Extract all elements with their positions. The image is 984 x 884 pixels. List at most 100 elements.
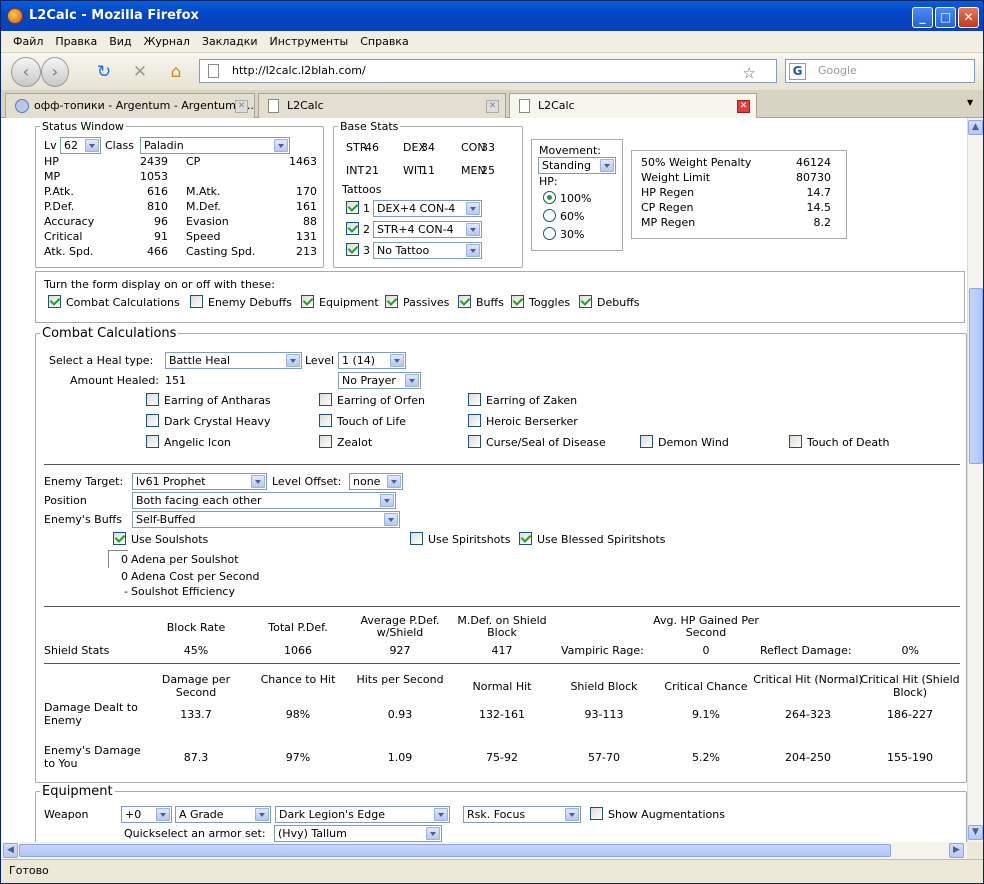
close-tab-icon[interactable]: ✕ (486, 100, 499, 113)
close-tab-icon[interactable]: ✕ (235, 100, 248, 113)
menu-history[interactable]: Журнал (138, 31, 196, 52)
tattoo-number: 1 (363, 202, 370, 215)
close-tab-icon[interactable]: ✕ (737, 100, 750, 113)
scroll-thumb[interactable] (19, 844, 891, 857)
stat-label: Critical (44, 230, 83, 243)
tab-list-icon[interactable]: ▼ (967, 98, 973, 107)
scroll-right-icon[interactable]: ▶ (949, 843, 964, 858)
position-select[interactable]: Both facing each other (132, 492, 396, 509)
prayer-select[interactable]: No Prayer (338, 372, 421, 389)
stat-label: M.Atk. (186, 185, 221, 198)
stop-icon[interactable]: ✕ (129, 61, 151, 83)
heal-modifier-checkbox[interactable] (468, 414, 481, 427)
toggle-checkbox[interactable] (511, 295, 524, 308)
toggle-label: Toggles (529, 296, 571, 309)
tab-l2calc-1[interactable]: L2Calc ✕ (258, 93, 506, 118)
heal-modifier-checkbox[interactable] (146, 435, 159, 448)
shield-header: M.Def. on Shield Block (457, 614, 547, 639)
chevron-down-icon (426, 827, 440, 840)
tattoo-select[interactable]: STR+4 CON-4 (373, 221, 482, 238)
tattoo-checkbox[interactable] (346, 222, 359, 235)
chevron-down-icon (251, 475, 265, 488)
heal-modifier-checkbox[interactable] (468, 435, 481, 448)
heal-level-select[interactable]: 1 (14) (338, 352, 406, 369)
scroll-left-icon[interactable]: ◀ (3, 843, 18, 858)
tattoo-checkbox[interactable] (346, 201, 359, 214)
damage-header: Critical Hit (Normal) (753, 673, 863, 686)
heal-modifier-checkbox[interactable] (789, 435, 802, 448)
enemy-buffs-select[interactable]: Self-Buffed (132, 511, 400, 528)
heal-modifier-checkbox[interactable] (146, 414, 159, 427)
search-bar[interactable]: G Google (785, 59, 975, 83)
menu-edit[interactable]: Правка (49, 31, 103, 52)
heal-modifier-checkbox[interactable] (146, 393, 159, 406)
level-offset-select[interactable]: none (349, 473, 403, 490)
google-icon[interactable]: G (789, 63, 806, 80)
blessed-spiritshots-checkbox[interactable] (519, 532, 532, 545)
heal-type-select[interactable]: Battle Heal (165, 352, 302, 369)
adena-per-soulshot-input[interactable]: 0 (108, 550, 128, 568)
enemy-target-select[interactable]: lv61 Prophet (132, 473, 267, 490)
tattoo-select[interactable]: DEX+4 CON-4 (373, 200, 482, 217)
heal-modifier-checkbox[interactable] (468, 393, 481, 406)
menu-bookmarks[interactable]: Закладки (196, 31, 264, 52)
toggle-checkbox[interactable] (579, 295, 592, 308)
toggle-checkbox[interactable] (385, 295, 398, 308)
close-button[interactable]: ✕ (958, 7, 979, 28)
toggle-label: Enemy Debuffs (208, 296, 292, 309)
hp-radio[interactable] (543, 209, 556, 222)
class-select[interactable]: Paladin (140, 137, 290, 154)
forward-button[interactable]: › (41, 57, 69, 87)
weapon-select[interactable]: Dark Legion's Edge (275, 806, 450, 823)
horizontal-scrollbar[interactable]: ◀ ▶ (1, 842, 967, 859)
menu-tools[interactable]: Инструменты (264, 31, 355, 52)
show-augmentations-checkbox[interactable] (590, 807, 603, 820)
page-icon (268, 99, 279, 113)
heal-modifier-label: Angelic Icon (164, 436, 231, 449)
toggle-checkbox[interactable] (301, 295, 314, 308)
heal-modifier-checkbox[interactable] (319, 414, 332, 427)
back-button[interactable]: ‹ (11, 57, 41, 87)
home-icon[interactable]: ⌂ (165, 61, 187, 83)
level-select[interactable]: 62 (60, 137, 101, 154)
tattoo-checkbox[interactable] (346, 243, 359, 256)
movement-select[interactable]: Standing (538, 157, 616, 174)
soulshots-checkbox[interactable] (113, 532, 126, 545)
menu-file[interactable]: Файл (7, 31, 49, 52)
scroll-down-icon[interactable]: ▼ (968, 825, 983, 840)
spiritshots-checkbox[interactable] (410, 532, 423, 545)
grade-select[interactable]: A Grade (175, 806, 271, 823)
hp-radio[interactable] (543, 227, 556, 240)
tab-l2calc-2[interactable]: L2Calc ✕ (509, 93, 757, 119)
chevron-down-icon (255, 808, 269, 821)
chevron-down-icon (466, 244, 480, 257)
toggle-checkbox[interactable] (458, 295, 471, 308)
menu-view[interactable]: Вид (103, 31, 137, 52)
scroll-thumb[interactable] (969, 288, 983, 464)
enchant-select[interactable]: +0 (121, 806, 172, 823)
base-stats-legend: Base Stats (340, 120, 399, 133)
armor-set-select[interactable]: (Hvy) Tallum (274, 825, 442, 842)
tattoo-select[interactable]: No Tattoo (373, 242, 482, 259)
reload-icon[interactable]: ↻ (93, 61, 115, 83)
bookmark-star-icon[interactable]: ☆ (743, 62, 756, 84)
menu-help[interactable]: Справка (354, 31, 414, 52)
armor-set-label: Quickselect an armor set: (124, 827, 266, 840)
scroll-up-icon[interactable]: ▲ (968, 120, 983, 135)
heal-modifier-checkbox[interactable] (640, 435, 653, 448)
stat-value: 170 (296, 185, 317, 198)
vertical-scrollbar[interactable]: ▲ ▼ (967, 118, 983, 842)
stat-value: 810 (147, 200, 168, 213)
toggle-checkbox[interactable] (190, 295, 203, 308)
stat-value: 131 (296, 230, 317, 243)
special-ability-select[interactable]: Rsk. Focus (463, 806, 581, 823)
hp-radio[interactable] (543, 191, 556, 204)
maximize-button[interactable]: □ (935, 7, 956, 28)
url-bar[interactable]: http://l2calc.l2blah.com/ ☆ (199, 59, 777, 83)
minimize-button[interactable]: _ (912, 7, 933, 28)
toggle-checkbox[interactable] (48, 295, 61, 308)
heal-modifier-label: Zealot (337, 436, 373, 449)
tab-argentum[interactable]: офф-топики - Argentum - Argentum - ... ✕ (5, 93, 255, 118)
heal-modifier-checkbox[interactable] (319, 393, 332, 406)
heal-modifier-checkbox[interactable] (319, 435, 332, 448)
